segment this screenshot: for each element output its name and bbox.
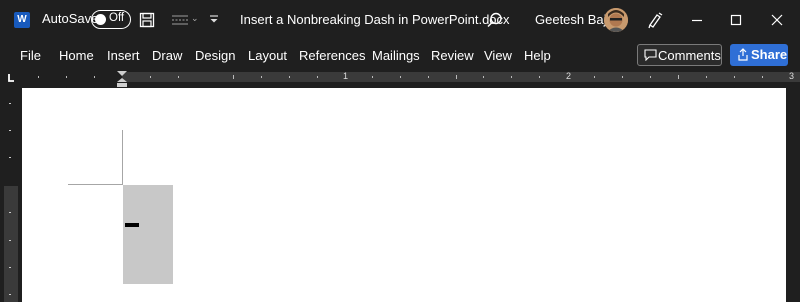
menu-draw[interactable]: Draw bbox=[152, 48, 182, 63]
share-button[interactable]: Share bbox=[730, 44, 788, 66]
comments-label: Comments bbox=[658, 48, 721, 63]
ruler-tick bbox=[678, 75, 679, 79]
paragraph-spacing-icon[interactable] bbox=[170, 11, 190, 29]
menu-layout[interactable]: Layout bbox=[248, 48, 287, 63]
maximize-icon[interactable] bbox=[728, 12, 744, 28]
ruler-tick bbox=[38, 76, 39, 78]
ruler-tick bbox=[734, 76, 735, 78]
ruler-tick bbox=[9, 130, 11, 131]
ruler-tick bbox=[261, 76, 262, 78]
tab-stop-selector-icon[interactable] bbox=[7, 73, 15, 83]
nonbreaking-dash-character[interactable] bbox=[125, 223, 139, 227]
vertical-ruler-text-area bbox=[4, 186, 18, 302]
share-label: Share bbox=[751, 47, 788, 62]
menu-home[interactable]: Home bbox=[59, 48, 94, 63]
ruler-tick bbox=[483, 76, 484, 78]
text-selection[interactable] bbox=[123, 185, 173, 284]
autosave-state: Off bbox=[109, 12, 125, 24]
word-app-icon: W bbox=[14, 12, 30, 28]
ruler-tick bbox=[9, 267, 11, 268]
ruler-tick bbox=[539, 76, 540, 78]
ruler-tick bbox=[511, 76, 512, 78]
ruler-tick bbox=[9, 103, 11, 104]
ruler-tick bbox=[9, 294, 11, 295]
ruler-number: 2 bbox=[566, 71, 572, 81]
ruler-tick bbox=[372, 76, 373, 78]
ruler-tick bbox=[233, 75, 234, 79]
menu-view[interactable]: View bbox=[484, 48, 512, 63]
customize-toolbar-icon[interactable] bbox=[207, 12, 221, 26]
ruler-tick bbox=[317, 76, 318, 78]
chevron-down-icon[interactable]: ⌄ bbox=[191, 13, 199, 24]
share-icon bbox=[738, 48, 748, 61]
ruler-tick bbox=[178, 76, 179, 78]
menu-help[interactable]: Help bbox=[524, 48, 551, 63]
minimize-icon[interactable] bbox=[689, 12, 705, 28]
margin-crop-mark bbox=[122, 130, 123, 185]
search-icon[interactable] bbox=[486, 11, 504, 29]
ruler-tick bbox=[66, 76, 67, 78]
ruler-tick bbox=[94, 76, 95, 78]
ruler-tick bbox=[9, 240, 11, 241]
ruler-tick bbox=[400, 76, 401, 78]
autosave-toggle[interactable]: Off bbox=[91, 10, 131, 29]
menu-review[interactable]: Review bbox=[431, 48, 474, 63]
avatar-image bbox=[604, 8, 628, 32]
ruler-tick bbox=[9, 157, 11, 158]
margin-crop-mark bbox=[68, 184, 123, 185]
designer-pen-icon[interactable] bbox=[646, 11, 664, 29]
toggle-knob bbox=[95, 13, 106, 25]
ruler-tick bbox=[150, 76, 151, 78]
save-icon[interactable] bbox=[139, 12, 155, 28]
ruler-number: 1 bbox=[343, 71, 349, 81]
menu-insert[interactable]: Insert bbox=[107, 48, 140, 63]
menu-design[interactable]: Design bbox=[195, 48, 235, 63]
comment-icon bbox=[644, 49, 657, 61]
ruler-tick bbox=[9, 212, 11, 213]
menu-mailings[interactable]: Mailings bbox=[372, 48, 420, 63]
document-title: Insert a Nonbreaking Dash in PowerPoint.… bbox=[240, 12, 510, 27]
menu-references[interactable]: References bbox=[299, 48, 365, 63]
ruler-tick bbox=[456, 75, 457, 79]
ruler-tick bbox=[762, 76, 763, 78]
page-gutter bbox=[786, 88, 800, 302]
ruler-text-area bbox=[122, 72, 800, 82]
comments-button[interactable]: Comments bbox=[637, 44, 722, 66]
close-icon[interactable] bbox=[769, 12, 785, 28]
avatar[interactable] bbox=[604, 8, 628, 32]
indent-marker-icon[interactable] bbox=[116, 70, 128, 88]
ruler-tick bbox=[594, 76, 595, 78]
ruler-tick bbox=[706, 76, 707, 78]
ruler-number: 3 bbox=[789, 71, 795, 81]
ruler-tick bbox=[622, 76, 623, 78]
ruler-tick bbox=[289, 76, 290, 78]
menu-file[interactable]: File bbox=[20, 48, 41, 63]
autosave-label: AutoSave bbox=[42, 11, 99, 26]
ruler-tick bbox=[650, 76, 651, 78]
ruler-tick bbox=[428, 76, 429, 78]
